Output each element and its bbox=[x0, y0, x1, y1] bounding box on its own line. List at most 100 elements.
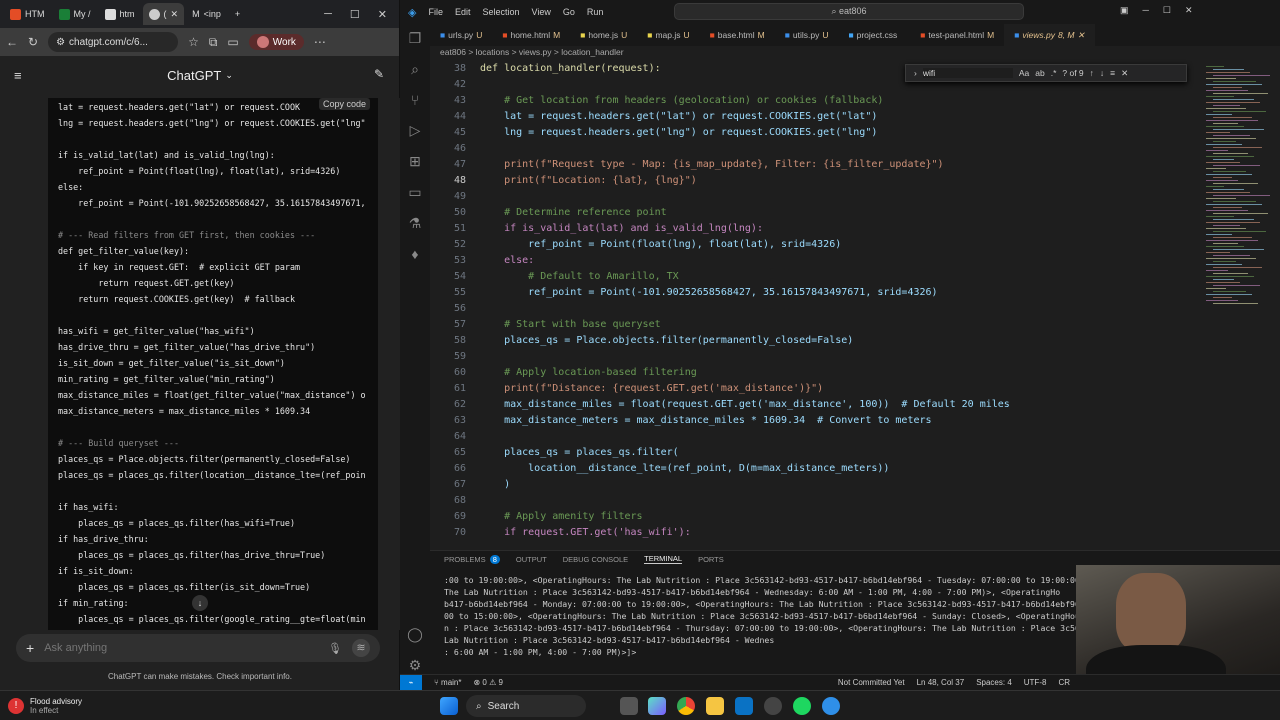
menu-selection[interactable]: Selection bbox=[483, 7, 520, 17]
spotify-icon[interactable] bbox=[793, 697, 811, 715]
remote-explorer-icon[interactable]: ▭ bbox=[408, 184, 421, 201]
browser-tab-5[interactable]: M <inp bbox=[186, 3, 227, 25]
tab-close-icon[interactable]: ✕ bbox=[171, 9, 179, 20]
editor-tab[interactable]: ■ home.js U bbox=[570, 24, 637, 46]
chrome-icon[interactable] bbox=[677, 697, 695, 715]
editor-tab[interactable]: ■ test-panel.html M bbox=[910, 24, 1004, 46]
problems-status[interactable]: ⊗ 0 ⚠ 9 bbox=[473, 678, 502, 687]
cursor-position[interactable]: Ln 48, Col 37 bbox=[917, 678, 965, 687]
arrow-up-icon[interactable]: ↑ bbox=[1090, 68, 1094, 78]
file-type-icon: ■ bbox=[920, 30, 926, 40]
search-icon[interactable]: ⌕ bbox=[411, 61, 419, 78]
menu-run[interactable]: Run bbox=[587, 7, 604, 17]
weather-widget[interactable]: ! Flood advisory In effect bbox=[0, 697, 82, 715]
browser-tab-4[interactable]: ( ✕ bbox=[142, 3, 185, 25]
new-tab-button[interactable]: + bbox=[229, 3, 246, 25]
person-silhouette bbox=[1116, 573, 1186, 653]
branch-status[interactable]: ⑂ main* bbox=[434, 678, 461, 687]
vscode-taskbar-icon[interactable] bbox=[735, 697, 753, 715]
chatgpt-icon[interactable] bbox=[764, 697, 782, 715]
panel-tab-problems[interactable]: PROBLEMS bbox=[444, 555, 486, 564]
address-bar[interactable]: ⚙ chatgpt.com/c/6... bbox=[48, 32, 179, 52]
git-blame-status[interactable]: Not Committed Yet bbox=[838, 678, 905, 687]
menu-edit[interactable]: Edit bbox=[455, 7, 471, 17]
new-chat-icon[interactable]: ✎ bbox=[374, 67, 384, 81]
extension-icon[interactable]: ⧉ bbox=[209, 35, 218, 50]
command-center[interactable]: ⌕ eat806 bbox=[674, 3, 1024, 20]
match-case-icon[interactable]: Aa bbox=[1019, 68, 1029, 78]
task-view-icon[interactable] bbox=[620, 697, 638, 715]
editor-tab[interactable]: ■ urls.py U bbox=[430, 24, 492, 46]
remote-icon[interactable]: ⌁ bbox=[400, 674, 422, 691]
voice-mode-icon[interactable]: ≋ bbox=[352, 639, 370, 657]
chat-code-line: places_qs = places_qs.filter(has_drive_t… bbox=[58, 550, 326, 560]
chat-input[interactable] bbox=[44, 642, 319, 654]
windows-start-icon[interactable] bbox=[440, 697, 458, 715]
copy-code-button[interactable]: Copy code bbox=[318, 98, 370, 110]
back-icon[interactable]: ← bbox=[6, 35, 18, 49]
minimap-line bbox=[1213, 69, 1244, 70]
maximize-icon[interactable]: ☐ bbox=[1163, 5, 1171, 16]
app-icon[interactable] bbox=[822, 697, 840, 715]
extensions-icon[interactable]: ⊞ bbox=[409, 153, 421, 170]
browser-tab-1[interactable]: HTM bbox=[4, 3, 51, 25]
editor-tab[interactable]: ■ map.js U bbox=[637, 24, 699, 46]
site-info-icon[interactable]: ⚙ bbox=[56, 37, 65, 48]
chevron-down-icon[interactable]: ⌄ bbox=[225, 70, 233, 81]
account-icon[interactable]: ◯ bbox=[407, 626, 423, 643]
file-explorer-icon[interactable] bbox=[706, 697, 724, 715]
copilot-icon[interactable] bbox=[648, 697, 666, 715]
find-input[interactable] bbox=[922, 68, 1013, 78]
editor-tab[interactable]: ■ views.py 8, M ✕ bbox=[1004, 24, 1095, 46]
browser-tab-2[interactable]: My / bbox=[53, 3, 97, 25]
close-icon[interactable]: ✕ bbox=[1077, 30, 1084, 41]
menu-go[interactable]: Go bbox=[563, 7, 575, 17]
close-icon[interactable]: ✕ bbox=[1121, 68, 1128, 79]
eol-status[interactable]: CR bbox=[1058, 678, 1070, 687]
menu-dots-icon[interactable]: ⋯ bbox=[314, 35, 326, 49]
find-in-selection-icon[interactable]: ≡ bbox=[1110, 68, 1115, 78]
add-attachment-icon[interactable]: + bbox=[26, 640, 34, 656]
chevron-right-icon[interactable]: › bbox=[914, 68, 917, 78]
settings-gear-icon[interactable]: ⚙ bbox=[409, 657, 422, 674]
whole-word-icon[interactable]: ab bbox=[1035, 68, 1044, 78]
panel-tab-debug-console[interactable]: DEBUG CONSOLE bbox=[563, 555, 628, 564]
close-icon[interactable]: ✕ bbox=[378, 8, 387, 21]
encoding-status[interactable]: UTF-8 bbox=[1024, 678, 1047, 687]
minimize-icon[interactable]: ─ bbox=[1143, 5, 1149, 16]
panel-tab-terminal[interactable]: TERMINAL bbox=[644, 554, 683, 564]
minimize-icon[interactable]: ─ bbox=[324, 8, 332, 21]
close-icon[interactable]: ✕ bbox=[1185, 5, 1193, 16]
editor-tab[interactable]: ■ home.html M bbox=[492, 24, 570, 46]
sidebar-icon[interactable]: ▭ bbox=[227, 35, 238, 49]
taskbar-search[interactable]: ⌕ Search bbox=[466, 695, 586, 717]
panel-tab-ports[interactable]: PORTS bbox=[698, 555, 724, 564]
bookmark-star-icon[interactable]: ☆ bbox=[188, 35, 199, 49]
source-control-icon[interactable]: ⑂ bbox=[411, 92, 419, 108]
code-editor[interactable]: 38 def location_handler(request): 42 43 # G… bbox=[430, 62, 1200, 550]
menu-file[interactable]: File bbox=[428, 7, 443, 17]
indentation-status[interactable]: Spaces: 4 bbox=[976, 678, 1012, 687]
chat-code-line: if key in request.GET: # explicit GET pa… bbox=[58, 262, 301, 272]
explorer-icon[interactable]: ❐ bbox=[409, 30, 422, 47]
testing-icon[interactable]: ⚗ bbox=[409, 215, 422, 232]
scroll-down-icon[interactable]: ↓ bbox=[192, 595, 208, 611]
profile-button[interactable]: Work bbox=[248, 34, 304, 50]
arrow-down-icon[interactable]: ↓ bbox=[1100, 68, 1104, 78]
regex-icon[interactable]: .* bbox=[1051, 68, 1057, 78]
maximize-icon[interactable]: ☐ bbox=[350, 8, 360, 21]
browser-tab-3[interactable]: htm bbox=[99, 3, 141, 25]
panel-tab-output[interactable]: OUTPUT bbox=[516, 555, 547, 564]
run-debug-icon[interactable]: ▷ bbox=[410, 122, 421, 139]
minimap[interactable] bbox=[1200, 62, 1272, 550]
layout-icon[interactable]: ▣ bbox=[1120, 5, 1129, 16]
editor-tab[interactable]: ■ utils.py U bbox=[775, 24, 839, 46]
editor-tab[interactable]: ■ project.css bbox=[838, 24, 910, 46]
microphone-icon[interactable]: 🎙 bbox=[328, 642, 342, 655]
minimap-line bbox=[1206, 288, 1226, 289]
model-selector[interactable]: ChatGPT bbox=[167, 68, 221, 83]
menu-view[interactable]: View bbox=[532, 7, 551, 17]
editor-tab[interactable]: ■ base.html M bbox=[700, 24, 775, 46]
python-icon[interactable]: ♦ bbox=[411, 246, 418, 262]
refresh-icon[interactable]: ↻ bbox=[28, 35, 38, 49]
